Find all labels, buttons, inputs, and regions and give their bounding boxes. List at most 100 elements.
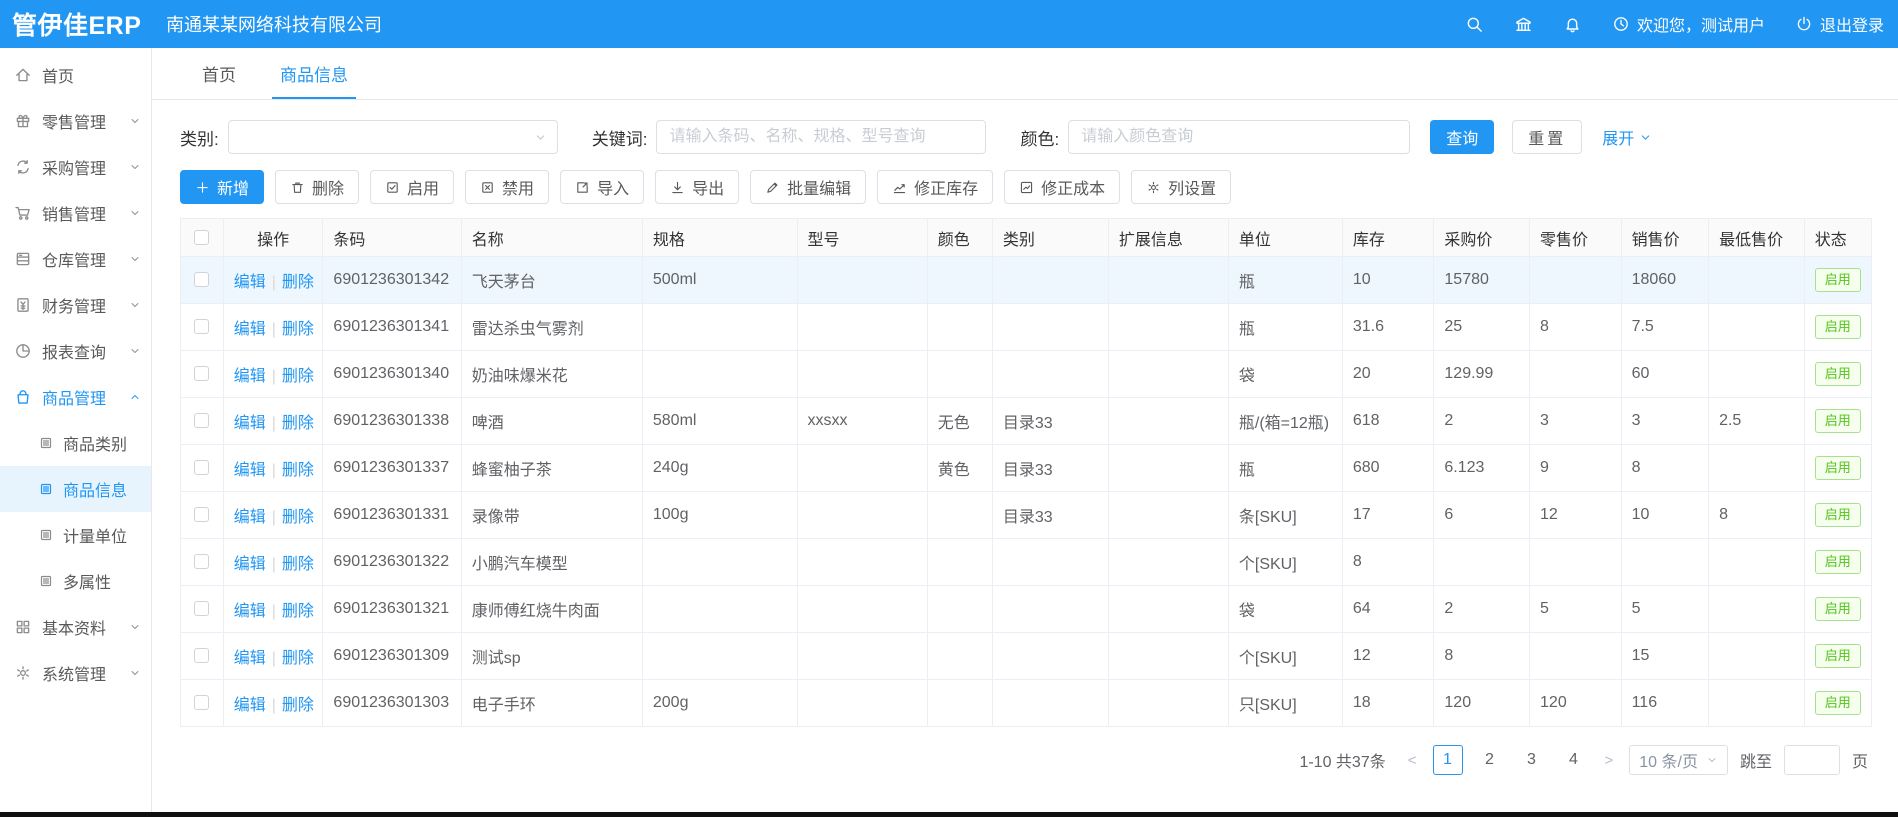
next-page-button[interactable]: >: [1601, 752, 1618, 769]
chevron-down-icon: [129, 667, 141, 679]
sidebar-item-基本资料[interactable]: 基本资料: [0, 604, 151, 650]
status-badge: 启用: [1815, 550, 1861, 574]
delete-link[interactable]: 删除: [282, 603, 314, 620]
row-select-cell: [181, 398, 224, 445]
row-checkbox[interactable]: [194, 507, 209, 522]
sidebar-item-财务管理[interactable]: 财务管理: [0, 282, 151, 328]
cell-unit: 个[SKU]: [1228, 633, 1342, 680]
jump-page-input[interactable]: [1784, 745, 1840, 775]
cell-status: 启用: [1804, 633, 1871, 680]
row-checkbox[interactable]: [194, 601, 209, 616]
chevron-down-icon: [129, 115, 141, 127]
导出-button[interactable]: 导出: [655, 170, 739, 204]
welcome-user[interactable]: 欢迎您，测试用户: [1612, 12, 1765, 36]
sidebar-subitem-计量单位[interactable]: 计量单位: [0, 512, 151, 558]
edit-link[interactable]: 编辑: [234, 697, 266, 714]
row-checkbox[interactable]: [194, 413, 209, 428]
sidebar-item-零售管理[interactable]: 零售管理: [0, 98, 151, 144]
page-number-1[interactable]: 1: [1433, 745, 1463, 775]
row-checkbox[interactable]: [194, 319, 209, 334]
edit-link[interactable]: 编辑: [234, 556, 266, 573]
cell-stock: 8: [1342, 539, 1434, 586]
delete-link[interactable]: 删除: [282, 368, 314, 385]
sidebar-item-系统管理[interactable]: 系统管理: [0, 650, 151, 696]
delete-link[interactable]: 删除: [282, 650, 314, 667]
delete-link[interactable]: 删除: [282, 556, 314, 573]
bank-icon[interactable]: [1514, 15, 1533, 34]
bell-icon[interactable]: [1563, 15, 1582, 34]
sidebar-item-仓库管理[interactable]: 仓库管理: [0, 236, 151, 282]
导入-button[interactable]: 导入: [560, 170, 644, 204]
expand-link[interactable]: 展开: [1602, 125, 1652, 149]
edit-link[interactable]: 编辑: [234, 368, 266, 385]
tab-商品信息[interactable]: 商品信息: [258, 48, 370, 99]
logout-button[interactable]: 退出登录: [1795, 12, 1884, 36]
import-icon: [575, 180, 590, 195]
row-checkbox[interactable]: [194, 460, 209, 475]
search-icon[interactable]: [1465, 15, 1484, 34]
row-checkbox[interactable]: [194, 366, 209, 381]
cell-purchase: 8: [1434, 633, 1530, 680]
修正成本-button[interactable]: 修正成本: [1004, 170, 1120, 204]
page-number-3[interactable]: 3: [1517, 745, 1547, 775]
sidebar-item-采购管理[interactable]: 采购管理: [0, 144, 151, 190]
edit-link[interactable]: 编辑: [234, 603, 266, 620]
delete-link[interactable]: 删除: [282, 274, 314, 291]
select-all-checkbox[interactable]: [194, 230, 209, 245]
status-badge: 启用: [1815, 409, 1861, 433]
edit-link[interactable]: 编辑: [234, 415, 266, 432]
cell-retail: 12: [1530, 492, 1622, 539]
column-header-最低售价: 最低售价: [1709, 219, 1805, 257]
sidebar-item-商品管理[interactable]: 商品管理: [0, 374, 151, 420]
edit-link[interactable]: 编辑: [234, 650, 266, 667]
edit-link[interactable]: 编辑: [234, 509, 266, 526]
cell-stock: 12: [1342, 633, 1434, 680]
row-checkbox[interactable]: [194, 648, 209, 663]
cell-sale: 3: [1621, 398, 1709, 445]
search-button[interactable]: 查询: [1430, 120, 1494, 154]
sidebar-item-首页[interactable]: 首页: [0, 52, 151, 98]
page-number-4[interactable]: 4: [1559, 745, 1589, 775]
color-input[interactable]: [1068, 120, 1410, 154]
reset-button[interactable]: 重置: [1512, 120, 1582, 154]
action-separator: |: [272, 321, 276, 338]
cell-name: 雷达杀虫气雾剂: [461, 304, 642, 351]
column-header-规格: 规格: [642, 219, 797, 257]
edit-link[interactable]: 编辑: [234, 321, 266, 338]
启用-button[interactable]: 启用: [370, 170, 454, 204]
列设置-button[interactable]: 列设置: [1131, 170, 1231, 204]
delete-link[interactable]: 删除: [282, 697, 314, 714]
basic-grid-icon: [14, 618, 32, 636]
row-checkbox[interactable]: [194, 554, 209, 569]
page-number-2[interactable]: 2: [1475, 745, 1505, 775]
cell-stock: 10: [1342, 257, 1434, 304]
row-checkbox[interactable]: [194, 272, 209, 287]
button-label: 批量编辑: [787, 175, 851, 199]
tab-首页[interactable]: 首页: [180, 48, 258, 99]
禁用-button[interactable]: 禁用: [465, 170, 549, 204]
finance-icon: [14, 296, 32, 314]
delete-link[interactable]: 删除: [282, 509, 314, 526]
修正库存-button[interactable]: 修正库存: [877, 170, 993, 204]
sidebar-subitem-多属性[interactable]: 多属性: [0, 558, 151, 604]
sidebar-item-销售管理[interactable]: 销售管理: [0, 190, 151, 236]
category-select[interactable]: [228, 120, 558, 154]
新增-button[interactable]: 新增: [180, 170, 264, 204]
page-size-select[interactable]: 10 条/页: [1629, 745, 1728, 775]
批量编辑-button[interactable]: 批量编辑: [750, 170, 866, 204]
delete-link[interactable]: 删除: [282, 321, 314, 338]
edit-link[interactable]: 编辑: [234, 274, 266, 291]
row-select-cell: [181, 445, 224, 492]
sidebar-item-报表查询[interactable]: 报表查询: [0, 328, 151, 374]
prev-page-button[interactable]: <: [1404, 752, 1421, 769]
row-checkbox[interactable]: [194, 695, 209, 710]
delete-link[interactable]: 删除: [282, 462, 314, 479]
keyword-input[interactable]: [656, 120, 986, 154]
edit-link[interactable]: 编辑: [234, 462, 266, 479]
sidebar-subitem-商品类别[interactable]: 商品类别: [0, 420, 151, 466]
delete-link[interactable]: 删除: [282, 415, 314, 432]
sidebar-subitem-商品信息[interactable]: 商品信息: [0, 466, 151, 512]
删除-button[interactable]: 删除: [275, 170, 359, 204]
status-badge: 启用: [1815, 268, 1861, 292]
cell-min: [1709, 304, 1805, 351]
